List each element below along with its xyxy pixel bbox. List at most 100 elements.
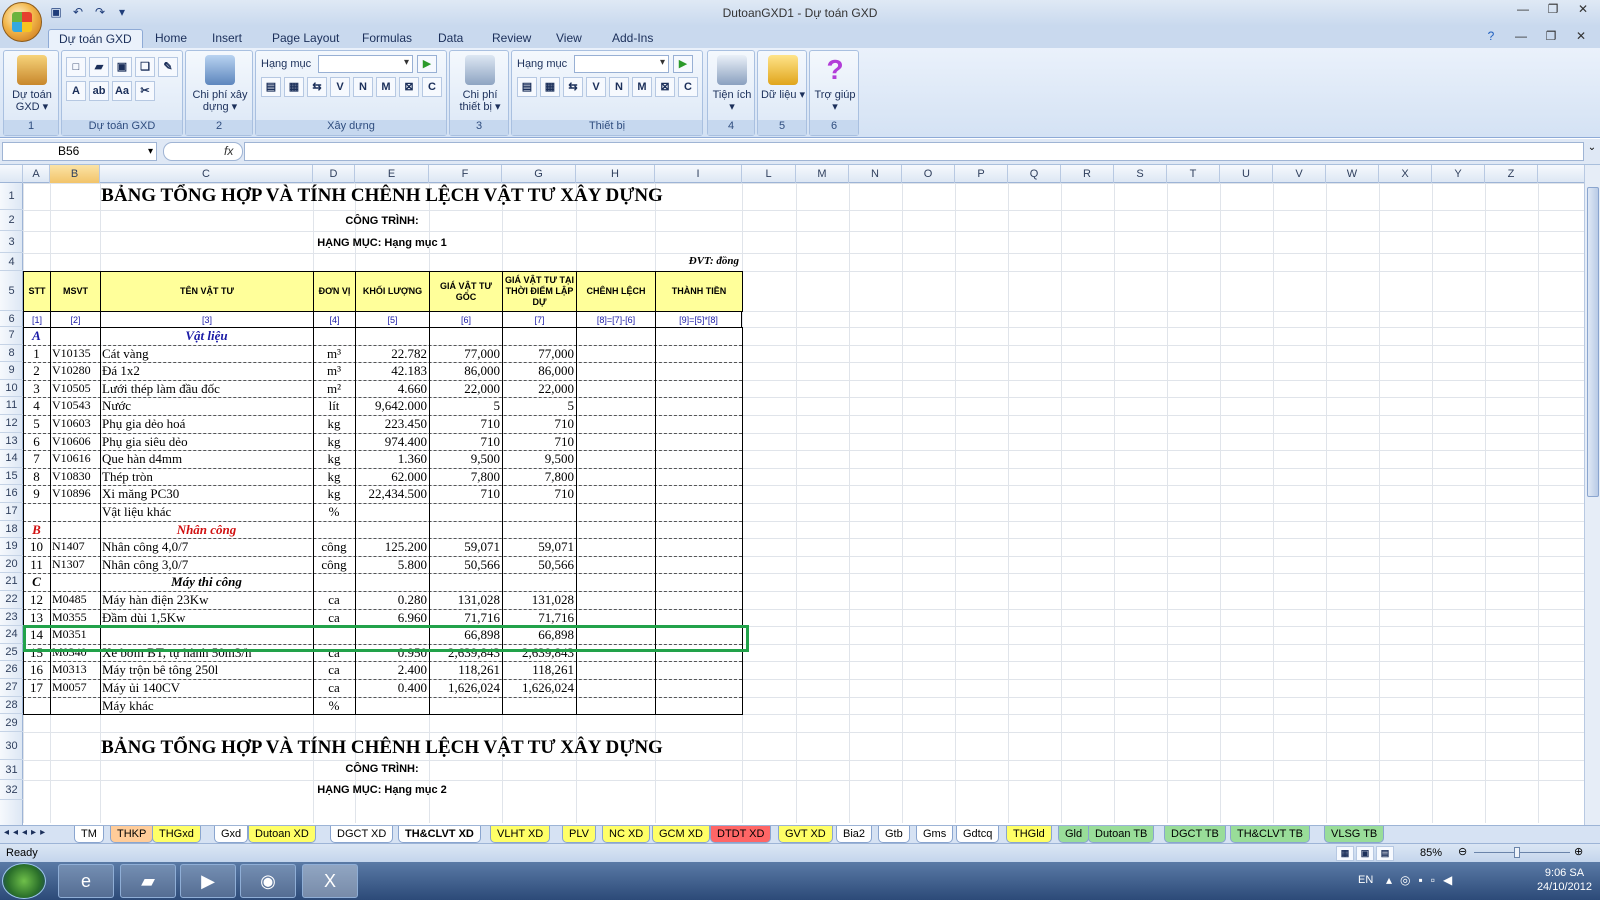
table-cell[interactable]: công bbox=[313, 538, 355, 556]
table-cell[interactable]: % bbox=[313, 503, 355, 521]
table-cell[interactable]: kg bbox=[313, 433, 355, 451]
table-cell[interactable]: 59,071 bbox=[429, 538, 502, 556]
column-header[interactable]: B bbox=[50, 165, 100, 183]
column-header[interactable]: O bbox=[902, 165, 955, 183]
row-header[interactable]: 21 bbox=[0, 573, 23, 591]
table-cell[interactable]: 8 bbox=[23, 468, 50, 486]
m-button[interactable]: M bbox=[376, 77, 396, 97]
table-cell[interactable] bbox=[576, 327, 655, 345]
table-cell[interactable]: % bbox=[313, 697, 355, 715]
table-cell[interactable] bbox=[655, 450, 742, 468]
table-cell[interactable]: 6 bbox=[23, 433, 50, 451]
table-cell[interactable] bbox=[576, 573, 655, 591]
row-header[interactable]: 3 bbox=[0, 231, 23, 253]
sheet-tab[interactable]: GCM XD bbox=[652, 826, 710, 843]
table-cell[interactable]: 50,566 bbox=[502, 556, 576, 574]
sheet-tab[interactable]: Gxd bbox=[214, 826, 249, 843]
table-cell[interactable] bbox=[502, 503, 576, 521]
table-cell[interactable]: 17 bbox=[23, 679, 50, 697]
tools-icon[interactable]: ✂ bbox=[135, 81, 155, 101]
table-cell[interactable]: V10603 bbox=[50, 415, 100, 433]
table-cell[interactable]: 0.400 bbox=[355, 679, 429, 697]
table-cell[interactable] bbox=[655, 397, 742, 415]
table-cell[interactable] bbox=[576, 485, 655, 503]
row-header[interactable]: 13 bbox=[0, 433, 23, 451]
save-file-icon[interactable]: ▣ bbox=[112, 57, 132, 77]
table-cell[interactable]: kg bbox=[313, 468, 355, 486]
table-cell[interactable]: V10135 bbox=[50, 345, 100, 363]
arrows-icon[interactable]: ⇆ bbox=[563, 77, 583, 97]
table-cell[interactable] bbox=[655, 362, 742, 380]
table-cell[interactable] bbox=[429, 503, 502, 521]
row-header[interactable]: 4 bbox=[0, 253, 23, 271]
table-cell[interactable]: 5.800 bbox=[355, 556, 429, 574]
sheet-nav-icon[interactable]: ◂◂◂▸▸ bbox=[4, 827, 49, 838]
arrows-icon[interactable]: ⇆ bbox=[307, 77, 327, 97]
table-cell[interactable]: 710 bbox=[502, 415, 576, 433]
table-cell[interactable] bbox=[429, 521, 502, 539]
tab-page-layout[interactable]: Page Layout bbox=[262, 29, 349, 48]
zoom-slider[interactable]: ⊖ ⊕ bbox=[1458, 845, 1588, 859]
table-cell[interactable] bbox=[576, 679, 655, 697]
table-cell[interactable]: 22,000 bbox=[502, 380, 576, 398]
table-cell[interactable]: 1,626,024 bbox=[429, 679, 502, 697]
row-header[interactable]: 1 bbox=[0, 183, 23, 210]
zoom-level[interactable]: 85% bbox=[1420, 847, 1442, 859]
column-header[interactable]: X bbox=[1379, 165, 1432, 183]
clock[interactable]: 9:06 SA 24/10/2012 bbox=[1537, 866, 1592, 894]
formula-input[interactable] bbox=[244, 142, 1584, 161]
table-cell[interactable] bbox=[655, 485, 742, 503]
table-cell[interactable]: A bbox=[23, 327, 50, 345]
tab-formulas[interactable]: Formulas bbox=[352, 29, 422, 48]
table-cell[interactable]: 50,566 bbox=[429, 556, 502, 574]
normal-view-icon[interactable]: ▦ bbox=[1336, 846, 1354, 861]
table-cell[interactable] bbox=[655, 468, 742, 486]
row-header[interactable]: 5 bbox=[0, 271, 23, 311]
table-cell[interactable]: 710 bbox=[502, 485, 576, 503]
row-header[interactable]: 24 bbox=[0, 626, 23, 644]
table-cell[interactable] bbox=[429, 697, 502, 715]
table-cell[interactable]: M0313 bbox=[50, 661, 100, 679]
table-cell[interactable]: Nhân công bbox=[100, 521, 313, 539]
column-header[interactable]: L bbox=[742, 165, 796, 183]
row-header[interactable]: 18 bbox=[0, 521, 23, 539]
row-header[interactable]: 19 bbox=[0, 538, 23, 556]
table-cell[interactable]: Lưới thép làm đầu đốc bbox=[100, 380, 313, 398]
table-cell[interactable] bbox=[50, 697, 100, 715]
row-header[interactable]: 2 bbox=[0, 210, 23, 231]
table-cell[interactable]: Phụ gia dẻo hoá bbox=[100, 415, 313, 433]
zoom-in-icon[interactable]: ⊕ bbox=[1574, 845, 1583, 858]
font-convert-icon[interactable]: ab bbox=[89, 81, 109, 101]
row-header[interactable]: 9 bbox=[0, 362, 23, 380]
hang-muc-dropdown[interactable] bbox=[318, 55, 413, 73]
table-cell[interactable]: 4 bbox=[23, 397, 50, 415]
table-cell[interactable] bbox=[576, 591, 655, 609]
v-button[interactable]: V bbox=[330, 77, 350, 97]
row-header[interactable]: 28 bbox=[0, 697, 23, 715]
sheet-tab[interactable]: VLHT XD bbox=[490, 826, 551, 843]
row-header[interactable]: 29 bbox=[0, 714, 23, 733]
table-cell[interactable] bbox=[50, 327, 100, 345]
row-header[interactable]: 22 bbox=[0, 591, 23, 609]
sheet-tab[interactable]: PLV bbox=[562, 826, 596, 843]
start-button[interactable] bbox=[2, 863, 46, 899]
table-cell[interactable]: 59,071 bbox=[502, 538, 576, 556]
table-cell[interactable] bbox=[576, 697, 655, 715]
zoom-out-icon[interactable]: ⊖ bbox=[1458, 845, 1467, 858]
table-cell[interactable]: 1 bbox=[23, 345, 50, 363]
table-cell[interactable] bbox=[355, 521, 429, 539]
table-cell[interactable]: B bbox=[23, 521, 50, 539]
workbook-restore-icon[interactable]: ❐ bbox=[1538, 29, 1564, 47]
table-cell[interactable]: 710 bbox=[429, 433, 502, 451]
row-header[interactable]: 26 bbox=[0, 661, 23, 679]
table-cell[interactable]: 6.960 bbox=[355, 609, 429, 627]
table-cell[interactable]: V10896 bbox=[50, 485, 100, 503]
open-folder-icon[interactable]: ▰ bbox=[89, 57, 109, 77]
column-header[interactable]: Z bbox=[1485, 165, 1538, 183]
tab-insert[interactable]: Insert bbox=[202, 29, 252, 48]
table-cell[interactable] bbox=[23, 503, 50, 521]
table-cell[interactable]: 131,028 bbox=[502, 591, 576, 609]
row-header[interactable]: 12 bbox=[0, 415, 23, 433]
table-cell[interactable] bbox=[655, 556, 742, 574]
table-cell[interactable]: V10543 bbox=[50, 397, 100, 415]
